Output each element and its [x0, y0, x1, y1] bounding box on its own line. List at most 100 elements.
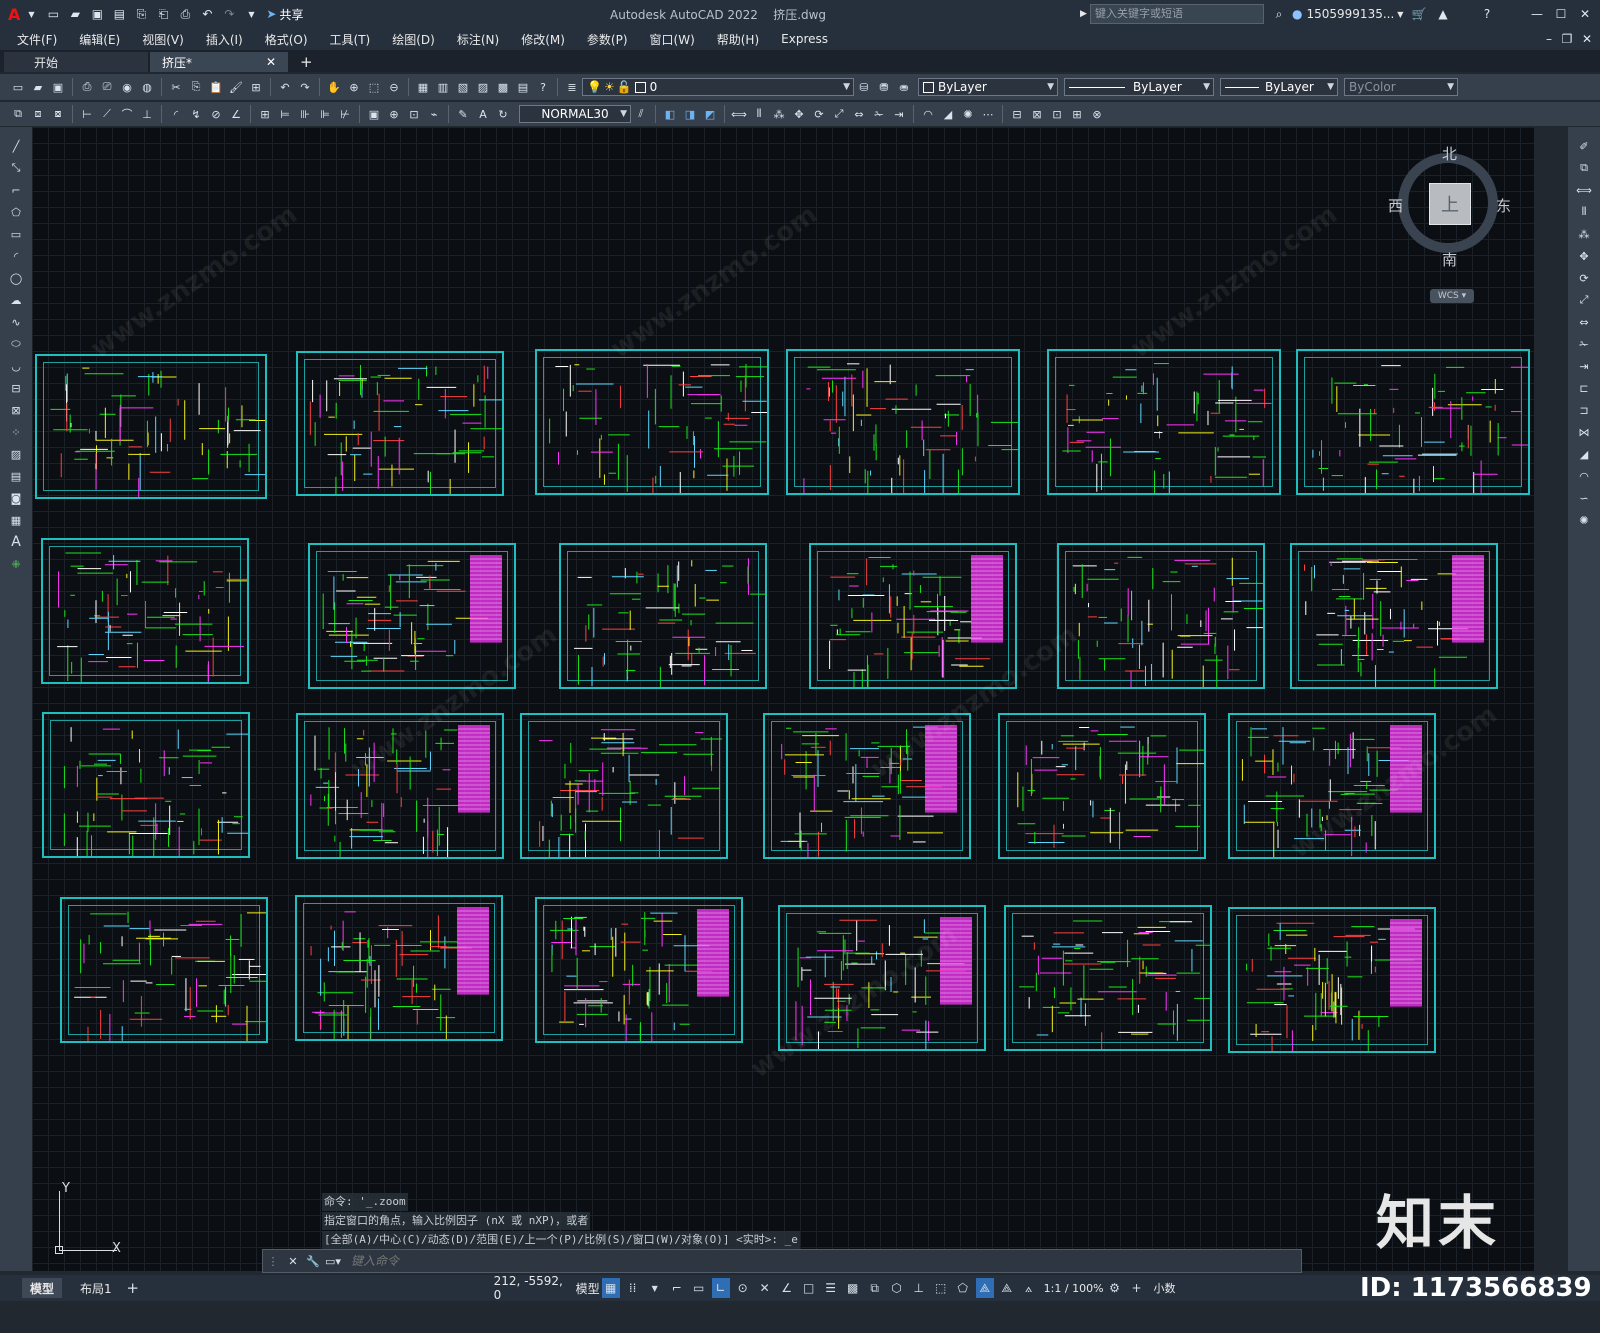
menu-format[interactable]: 格式(O) [254, 31, 319, 48]
spline-icon[interactable]: ∿ [8, 314, 24, 330]
inspect-icon[interactable]: ⊡ [406, 106, 422, 122]
zoom-realtime-icon[interactable]: ⊕ [346, 79, 362, 95]
new-icon[interactable]: ▭ [10, 79, 26, 95]
compass-east[interactable]: 东 [1496, 195, 1511, 216]
revision-cloud-icon[interactable]: ☁ [8, 292, 24, 308]
tab-drawing[interactable]: 挤压* ✕ [150, 52, 288, 72]
polyline-icon[interactable]: ⌐ [8, 182, 24, 198]
radius-dim-icon[interactable]: ◜ [168, 106, 184, 122]
help-icon[interactable]: ? [535, 79, 551, 95]
tab-layout1[interactable]: 布局1 [70, 1278, 122, 1298]
drawing-sheet[interactable] [1057, 543, 1265, 689]
chamfer-icon[interactable]: ◢ [1576, 446, 1592, 462]
compass-west[interactable]: 西 [1388, 195, 1403, 216]
tool-palettes-icon[interactable]: ▧ [455, 79, 471, 95]
arc-icon[interactable]: ◜ [8, 248, 24, 264]
pan-icon[interactable]: ✋ [326, 79, 342, 95]
layer-dropdown[interactable]: 💡 ☀ 🔓 0 ▼ [582, 78, 854, 96]
layer-walk-icon[interactable]: ⧉ [10, 106, 26, 122]
layer-on-icon[interactable]: 💡 [587, 80, 602, 94]
ordinate-dim-icon[interactable]: ⊥ [139, 106, 155, 122]
copy-icon[interactable]: ⧉ [1576, 160, 1592, 176]
layer-properties-icon[interactable]: ≣ [564, 79, 580, 95]
ellipse-arc-icon[interactable]: ◡ [8, 358, 24, 374]
drawing-sheet[interactable] [41, 538, 249, 684]
linetype-dropdown[interactable]: ByLayer ▼ [1064, 78, 1214, 96]
move-icon[interactable]: ✥ [791, 106, 807, 122]
object-snap-tracking-icon[interactable]: ∠ [778, 1278, 796, 1298]
cut-icon[interactable]: ✂ [168, 79, 184, 95]
circle-icon[interactable]: ◯ [8, 270, 24, 286]
extend-icon[interactable]: ⇥ [1576, 358, 1592, 374]
annotation-scale-icon[interactable]: ⟑ [1020, 1278, 1038, 1298]
maximize-icon[interactable]: ☐ [1552, 6, 1570, 22]
menu-file[interactable]: 文件(F) [6, 31, 68, 48]
menu-dimension[interactable]: 标注(N) [446, 31, 510, 48]
ortho-mode-icon[interactable]: ∟ [711, 1278, 730, 1298]
menu-edit[interactable]: 编辑(E) [68, 31, 131, 48]
open-file-icon[interactable]: ▰ [66, 6, 84, 22]
markup-icon[interactable]: ▩ [495, 79, 511, 95]
command-grip-icon[interactable]: ⋮ [265, 1253, 281, 1269]
rectangle-icon[interactable]: ▭ [8, 226, 24, 242]
jogged-linear-icon[interactable]: ⌁ [426, 106, 442, 122]
drawing-sheet[interactable] [42, 712, 250, 858]
menu-parametric[interactable]: 参数(P) [576, 31, 639, 48]
mirror-icon[interactable]: ⟺ [1576, 182, 1592, 198]
viewcube-face[interactable]: 上 [1429, 183, 1471, 225]
print-icon[interactable]: ⎙ [176, 6, 194, 22]
block-editor-icon[interactable]: ⊞ [248, 79, 264, 95]
trim-icon[interactable]: ✁ [871, 106, 887, 122]
insert-block-icon[interactable]: ⊟ [8, 380, 24, 396]
make-current-layer-icon[interactable]: ⛁ [856, 79, 872, 95]
snap-mode-icon[interactable]: ⁞⁞ [624, 1278, 642, 1298]
scale-icon[interactable]: ⤢ [831, 106, 847, 122]
subtract-icon[interactable]: ◩ [702, 106, 718, 122]
menu-insert[interactable]: 插入(I) [195, 31, 254, 48]
diameter-dim-icon[interactable]: ⊘ [208, 106, 224, 122]
table-icon[interactable]: ▦ [8, 512, 24, 528]
minimize-icon[interactable]: — [1528, 6, 1546, 22]
arc-length-icon[interactable]: ⌒ [119, 106, 135, 122]
grid-icon[interactable]: ▦ [601, 1278, 620, 1298]
recent-commands-icon[interactable]: ▭▾ [325, 1253, 341, 1269]
angular-dim-icon[interactable]: ∠ [228, 106, 244, 122]
attribute-icon[interactable]: ⊞ [1069, 106, 1085, 122]
ellipse-icon[interactable]: ⬭ [8, 336, 24, 352]
dynamic-ucs-icon[interactable]: ⊥ [910, 1278, 928, 1298]
zoom-previous-icon[interactable]: ⊖ [386, 79, 402, 95]
aligned-dim-icon[interactable]: ⟋ [99, 106, 115, 122]
3d-print-icon[interactable]: ◍ [139, 79, 155, 95]
selection-filter-icon[interactable]: ⬚ [932, 1278, 950, 1298]
hatch-icon[interactable]: ▨ [8, 446, 24, 462]
dim-edit-icon[interactable]: ✎ [455, 106, 471, 122]
erase-icon[interactable]: ✐ [1576, 138, 1592, 154]
calculator-icon[interactable]: ▤ [515, 79, 531, 95]
3d-osnap-icon[interactable]: ⬡ [888, 1278, 906, 1298]
layer-freeze-icon[interactable]: ☀ [604, 80, 615, 94]
dim-update-icon[interactable]: ↻ [495, 106, 511, 122]
help-icon[interactable]: ? [1478, 6, 1496, 22]
units-value[interactable]: 小数 [1154, 1280, 1176, 1296]
menu-help[interactable]: 帮助(H) [706, 31, 770, 48]
paste-icon[interactable]: 📋 [208, 79, 224, 95]
close-icon[interactable]: ✕ [1576, 6, 1594, 22]
menu-window[interactable]: 窗口(W) [639, 31, 706, 48]
copy-3d-icon[interactable]: ◧ [662, 106, 678, 122]
mirror-icon[interactable]: ⟺ [731, 106, 747, 122]
drawing-sheet[interactable] [1228, 713, 1436, 859]
move-icon[interactable]: ✥ [1576, 248, 1592, 264]
construction-line-icon[interactable]: ⤡ [8, 160, 24, 176]
drawing-sheet[interactable] [296, 351, 504, 496]
drawing-sheet[interactable] [535, 897, 743, 1043]
doc-close-icon[interactable]: ✕ [1578, 31, 1596, 47]
isodraft-icon[interactable]: ✕ [756, 1278, 774, 1298]
annotation-visibility-icon[interactable]: ⟁ [975, 1278, 994, 1298]
fillet-icon[interactable]: ◠ [1576, 468, 1592, 484]
xref-icon[interactable]: ⊗ [1089, 106, 1105, 122]
doc-minimize-icon[interactable]: – [1540, 31, 1558, 47]
offset-icon[interactable]: ⫴ [751, 106, 767, 122]
drawing-sheet[interactable] [559, 543, 767, 689]
lineweight-dropdown[interactable]: ByLayer ▼ [1220, 78, 1338, 96]
open-icon[interactable]: ▰ [30, 79, 46, 95]
